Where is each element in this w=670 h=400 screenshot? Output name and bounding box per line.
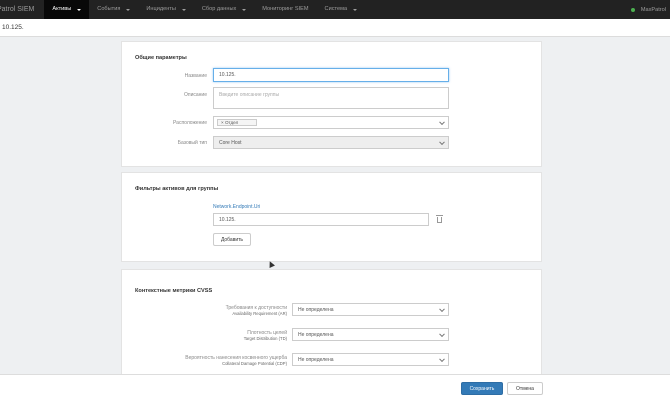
form-footer: Сохранить Отмена	[0, 374, 670, 400]
brand-logo[interactable]: Patrol SIEM	[0, 0, 44, 19]
cancel-button[interactable]: Отмена	[507, 382, 543, 395]
cvss-ar-select[interactable]: Не определена	[292, 303, 449, 316]
cvss-cdp-label: Вероятность нанесения косвенного ущерба C…	[185, 355, 287, 366]
chevron-down-icon	[439, 138, 445, 145]
caret-down-icon	[353, 8, 358, 11]
asset-filters-title: Фильтры активов для группы	[135, 186, 219, 192]
asset-filters-panel: Фильтры активов для группы Network.Endpo…	[121, 172, 542, 262]
nav-siem-monitoring[interactable]: Мониторинг SIEM	[254, 0, 316, 19]
cvss-td-label: Плотность целей Target Distribution (TD)	[243, 330, 287, 341]
description-textarea[interactable]: Введите описание группы	[213, 87, 449, 109]
nav-data-collection[interactable]: Сбор данных	[194, 0, 254, 19]
chevron-down-icon	[439, 305, 445, 312]
chevron-down-icon	[439, 118, 445, 125]
breadcrumb: 10.125.	[0, 19, 670, 37]
location-label: Расположение	[173, 120, 207, 126]
cvss-td-select[interactable]: Не определена	[292, 328, 449, 341]
nav-assets[interactable]: Активы	[44, 0, 90, 19]
location-tag[interactable]: × Отдел	[217, 119, 258, 126]
status-dot-icon	[630, 7, 635, 12]
chevron-down-icon	[439, 355, 445, 362]
add-filter-button[interactable]: Добавить	[213, 233, 251, 246]
general-params-panel: Общие параметры Название 10.125. Описани…	[121, 41, 542, 167]
breadcrumb-current: 10.125.	[2, 24, 24, 31]
filter-value-input[interactable]: 10.125.	[213, 213, 429, 226]
cvss-title: Контекстные метрики CVSS	[135, 288, 213, 294]
cvss-panel: Контекстные метрики CVSS Требования к до…	[121, 269, 542, 379]
description-label: Описание	[183, 92, 207, 98]
caret-down-icon	[242, 8, 247, 11]
nav-incidents[interactable]: Инциденты	[138, 0, 194, 19]
location-select[interactable]: × Отдел	[213, 116, 449, 129]
nav-events[interactable]: События	[89, 0, 138, 19]
chevron-down-icon	[439, 330, 445, 337]
caret-down-icon	[126, 8, 131, 11]
general-params-title: Общие параметры	[135, 55, 187, 61]
name-input[interactable]: 10.125.	[213, 68, 449, 82]
cvss-ar-label: Требования к доступности Availability Req…	[225, 305, 287, 316]
user-menu[interactable]: MaxPatrol	[641, 7, 666, 13]
nav-system[interactable]: Система	[317, 0, 366, 19]
cvss-cdp-select[interactable]: Не определена	[292, 353, 449, 366]
base-type-label: Базовый тип	[177, 140, 207, 146]
trash-icon[interactable]	[436, 215, 443, 223]
filter-field-link[interactable]: Network.Endpoint.Uri	[213, 204, 260, 210]
name-label: Название	[184, 73, 207, 79]
top-navbar: Patrol SIEM Активы События Инциденты Сбо…	[0, 0, 670, 19]
base-type-select[interactable]: Core Host	[213, 136, 449, 149]
save-button[interactable]: Сохранить	[461, 382, 503, 395]
caret-down-icon	[77, 8, 82, 11]
caret-down-icon	[181, 8, 186, 11]
